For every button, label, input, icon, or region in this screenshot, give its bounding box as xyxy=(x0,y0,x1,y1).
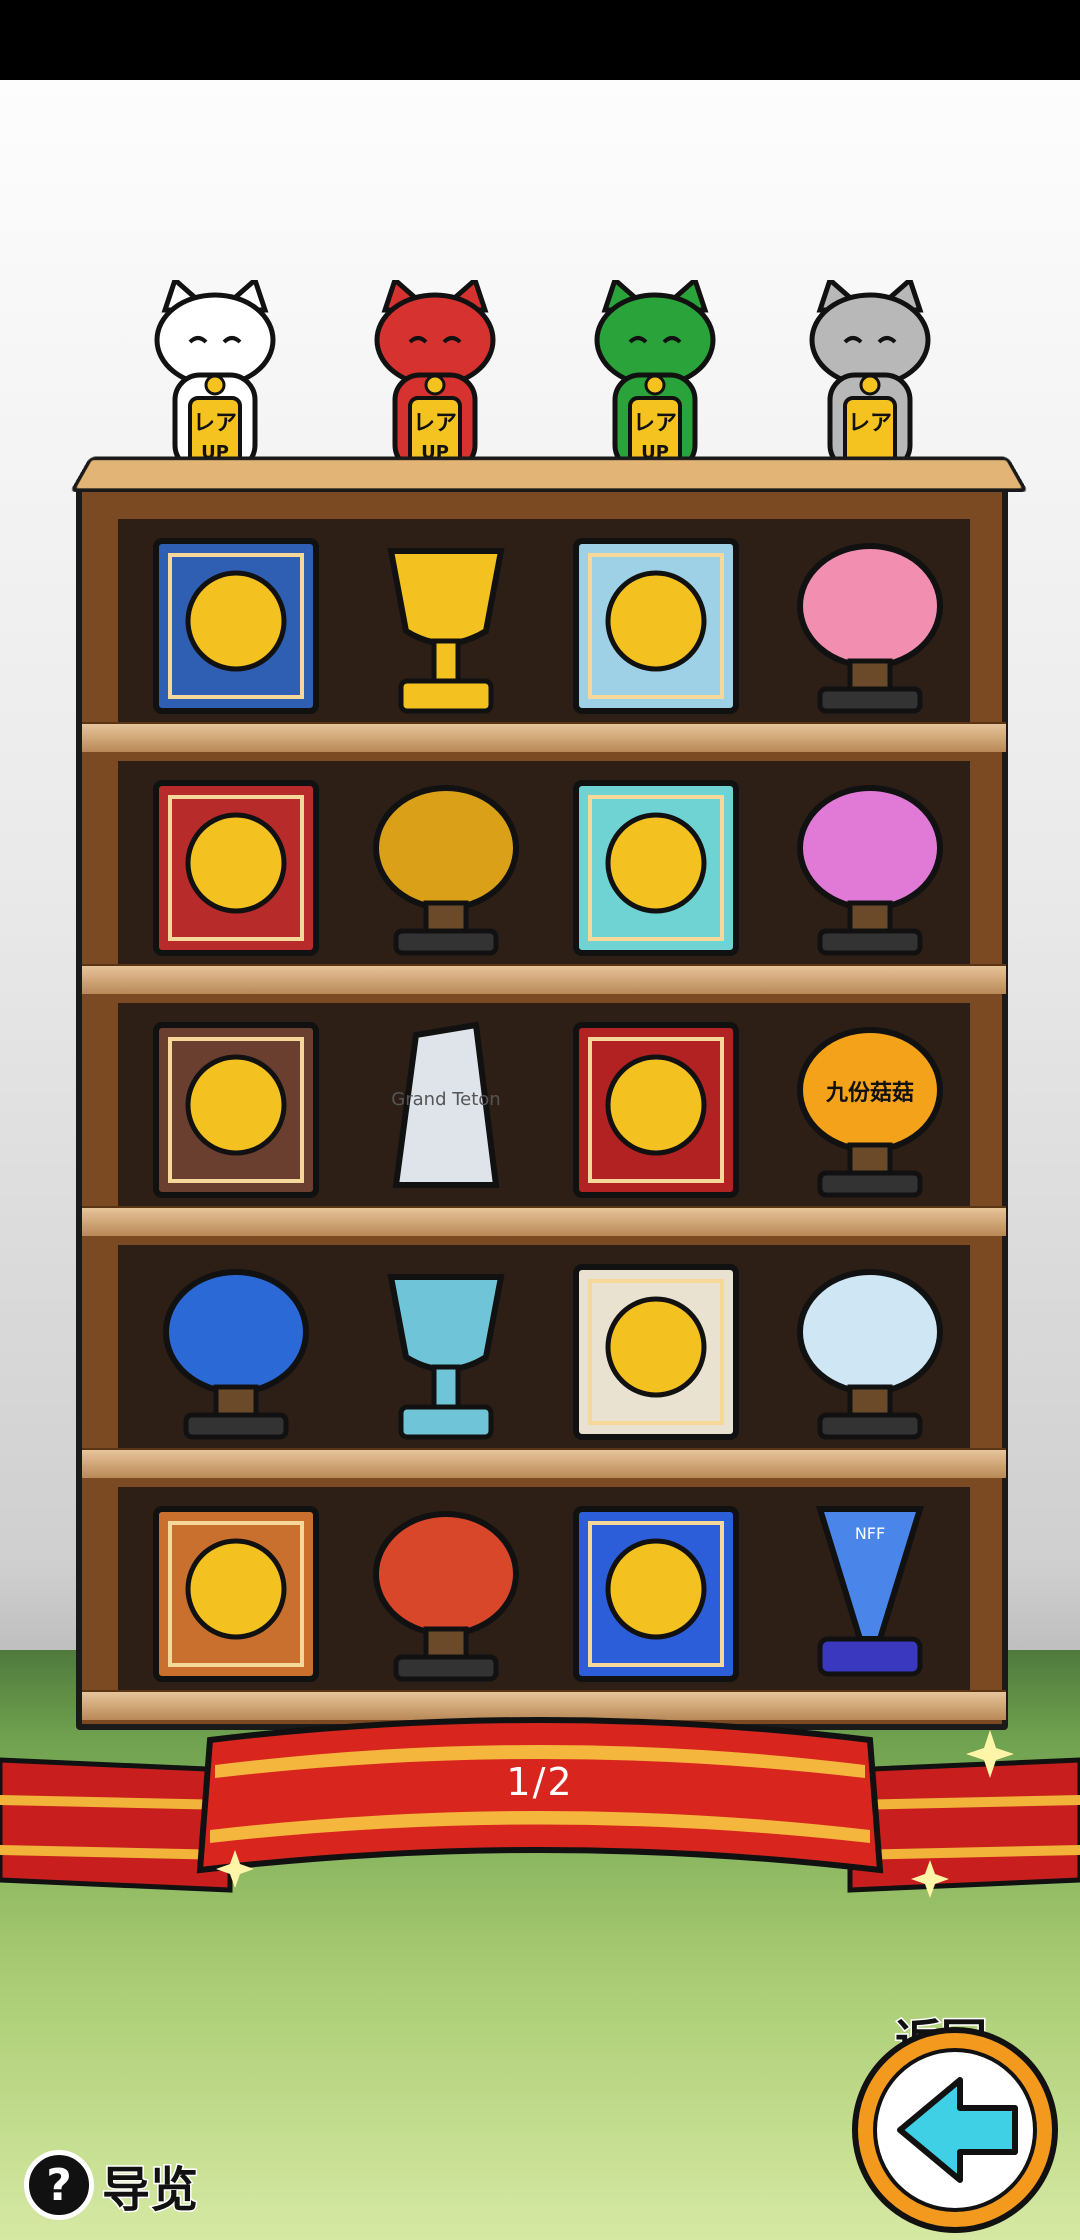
baobab-tree-pot[interactable] xyxy=(346,1489,546,1689)
cat-badge-text: レア xyxy=(413,411,457,436)
lotus-ice-plaque[interactable] xyxy=(556,521,756,721)
shelf-plank xyxy=(82,964,1006,994)
crystal-grand-teton-trophy[interactable]: Grand Teton xyxy=(346,1005,546,1205)
shelf-plank xyxy=(82,722,1006,752)
double-happiness-plaque[interactable] xyxy=(556,1005,756,1205)
evil-eye-statue[interactable] xyxy=(136,1247,336,1447)
red-lucky-cat: レアUP xyxy=(374,280,496,473)
lantern-text: 九份菇菇 xyxy=(825,1081,914,1106)
jiufen-lantern[interactable]: 九份菇菇 xyxy=(770,1005,970,1205)
page-ribbon xyxy=(0,1717,1080,1898)
golden-eagle-statue[interactable] xyxy=(346,763,546,963)
shelf-row: Grand Teton 九份菇菇 xyxy=(82,1003,1006,1236)
green-lucky-cat: レアUP xyxy=(594,280,716,473)
blue-cone-trophy[interactable]: NFF xyxy=(770,1489,970,1689)
greek-temple-statue[interactable] xyxy=(770,1247,970,1447)
teal-jeweled-cup[interactable] xyxy=(346,1247,546,1447)
status-bar xyxy=(0,0,1080,80)
turquoise-coral-plaque[interactable] xyxy=(556,763,756,963)
cone-trophy-text: NFF xyxy=(855,1524,885,1543)
lotus-statue[interactable] xyxy=(770,521,970,721)
shelf-row xyxy=(82,519,1006,752)
shelf-plank xyxy=(82,1206,1006,1236)
submarine-ocean-plaque[interactable] xyxy=(556,1489,756,1689)
shelf-row xyxy=(82,1245,1006,1478)
mascot-framed-plaque[interactable] xyxy=(556,1247,756,1447)
madagascar-coin-plaque[interactable] xyxy=(136,1489,336,1689)
cat-badge-text: レア xyxy=(848,411,892,436)
white-lucky-cat: レアUP xyxy=(154,280,276,473)
gold-trophy-red-ribbon[interactable] xyxy=(346,521,546,721)
cabinet-top xyxy=(69,456,1029,493)
cat-badge-text: レア xyxy=(193,411,237,436)
shelf-plank xyxy=(82,1448,1006,1478)
crystal-trophy-text: Grand Teton xyxy=(391,1089,500,1110)
gold-coin-plaque[interactable] xyxy=(136,521,336,721)
mountain-plaque[interactable] xyxy=(136,1005,336,1205)
shelf-row xyxy=(82,761,1006,994)
guide-button[interactable]: ? 导览 xyxy=(24,2150,200,2220)
trophy-cabinet: Grand Teton 九份菇菇 NFF xyxy=(76,478,1008,1730)
back-button[interactable] xyxy=(845,2020,1065,2240)
cat-badge-text: レア xyxy=(633,411,677,436)
shelf-row: NFF xyxy=(82,1487,1006,1720)
guide-label: 导览 xyxy=(100,2161,199,2220)
coral-flower-statue[interactable] xyxy=(770,763,970,963)
silver-lucky-cat: レア xyxy=(809,280,931,473)
maple-leaf-plaque[interactable] xyxy=(136,763,336,963)
page-indicator: 1/2 xyxy=(506,1760,574,1804)
help-icon: ? xyxy=(24,2150,94,2220)
